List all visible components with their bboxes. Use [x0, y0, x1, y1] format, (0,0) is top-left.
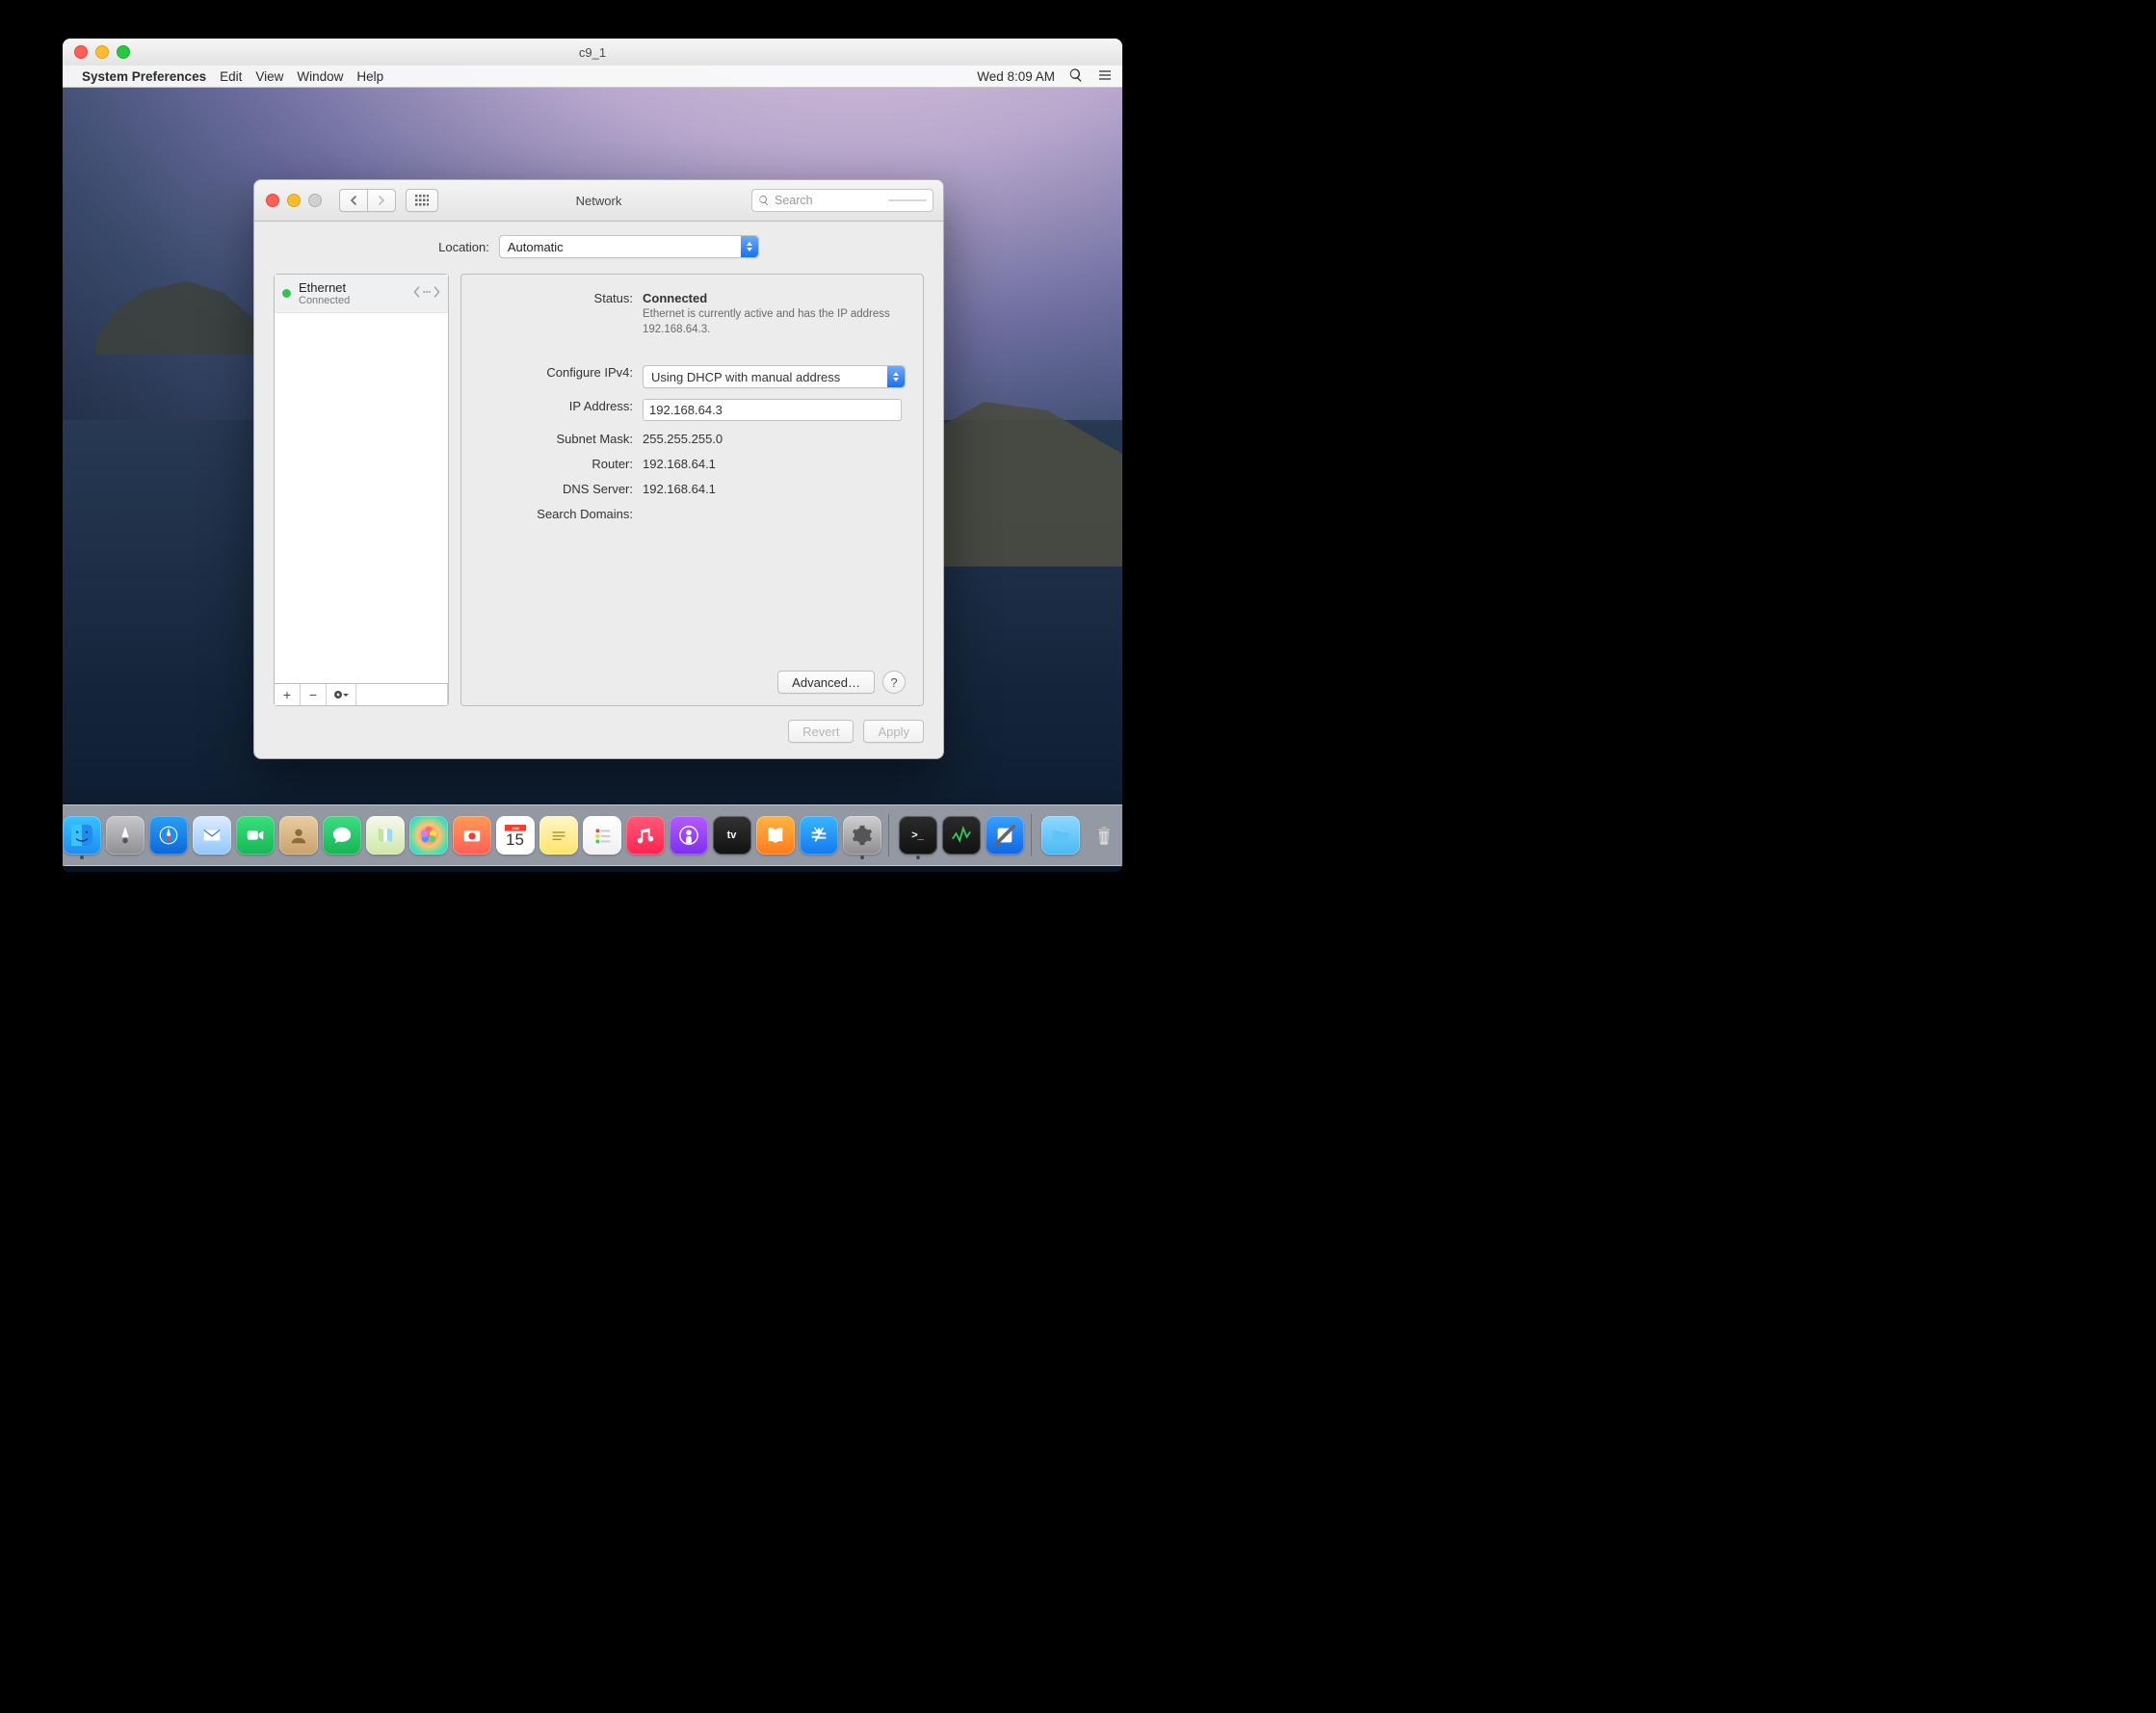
vm-minimize-button[interactable]	[95, 45, 109, 59]
vm-window: c9_1 System Preferences Edit View Window…	[63, 39, 1122, 872]
search-icon	[758, 195, 770, 206]
menu-view[interactable]: View	[255, 69, 283, 84]
subnet-mask-label: Subnet Mask:	[479, 429, 643, 446]
status-dot-icon	[282, 289, 291, 298]
menubar-app[interactable]: System Preferences	[82, 69, 206, 84]
dock: JAN15 tv >_	[63, 804, 1122, 866]
dock-activity[interactable]	[942, 816, 981, 855]
dock-music[interactable]	[626, 816, 665, 855]
dock-xcode[interactable]	[986, 816, 1024, 855]
menubar: System Preferences Edit View Window Help…	[63, 66, 1122, 88]
control-center-icon[interactable]	[1097, 67, 1113, 86]
location-label: Location:	[438, 240, 489, 254]
router-label: Router:	[479, 454, 643, 471]
add-service-button[interactable]: +	[275, 684, 301, 705]
prefs-toolbar: Network Search	[254, 180, 943, 222]
dock-sysprefs[interactable]	[843, 816, 881, 855]
apply-button: Apply	[863, 720, 924, 743]
prefs-zoom-button	[308, 194, 322, 207]
prefs-close-button[interactable]	[266, 194, 279, 207]
remove-service-button[interactable]: −	[301, 684, 327, 705]
dock-tv[interactable]: tv	[713, 816, 751, 855]
location-value: Automatic	[508, 240, 564, 254]
dock-notes[interactable]	[539, 816, 578, 855]
vm-titlebar: c9_1	[63, 39, 1122, 66]
dock-photos[interactable]	[409, 816, 448, 855]
dock-reminders[interactable]	[583, 816, 621, 855]
apply-button-label: Apply	[878, 725, 909, 739]
dock-contacts[interactable]	[279, 816, 318, 855]
ip-address-value: 192.168.64.3	[649, 403, 723, 417]
menubar-clock[interactable]: Wed 8:09 AM	[977, 69, 1055, 84]
dock-finder[interactable]	[63, 816, 101, 855]
revert-button: Revert	[788, 720, 854, 743]
ethernet-icon	[413, 281, 440, 305]
service-actions-button[interactable]	[327, 684, 356, 705]
ip-address-label: IP Address:	[479, 396, 643, 421]
dns-server-placeholder: 192.168.64.1	[643, 479, 906, 496]
dock-downloads[interactable]	[1041, 816, 1080, 855]
dock-safari[interactable]	[149, 816, 188, 855]
router-value: 192.168.64.1	[643, 454, 906, 471]
vm-close-button[interactable]	[74, 45, 88, 59]
ip-address-input[interactable]: 192.168.64.3	[643, 399, 902, 421]
dock-launchpad[interactable]	[106, 816, 145, 855]
dock-mail[interactable]	[193, 816, 231, 855]
service-status: Connected	[299, 295, 406, 306]
service-detail: Status: Connected Ethernet is currently …	[460, 274, 924, 706]
dock-terminal[interactable]: >_	[899, 816, 937, 855]
dock-maps[interactable]	[366, 816, 405, 855]
search-domains-label: Search Domains:	[479, 504, 643, 521]
location-select[interactable]: Automatic	[499, 235, 759, 258]
back-button[interactable]	[339, 189, 368, 212]
menu-window[interactable]: Window	[297, 69, 343, 84]
vm-zoom-button[interactable]	[117, 45, 130, 59]
search-domains-value	[643, 504, 906, 521]
advanced-button[interactable]: Advanced…	[777, 671, 875, 694]
forward-button[interactable]	[368, 189, 396, 212]
status-description: Ethernet is currently active and has the…	[643, 305, 906, 337]
spotlight-icon[interactable]	[1068, 67, 1084, 86]
status-value: Connected	[643, 291, 906, 305]
dock-messages[interactable]	[323, 816, 361, 855]
dock-books[interactable]	[756, 816, 795, 855]
configure-ipv4-value: Using DHCP with manual address	[651, 370, 840, 384]
status-label: Status:	[479, 288, 643, 337]
dock-appstore[interactable]	[800, 816, 838, 855]
sidebar-footer: + −	[275, 683, 448, 705]
advanced-button-label: Advanced…	[792, 675, 860, 690]
configure-ipv4-label: Configure IPv4:	[479, 362, 643, 388]
service-name: Ethernet	[299, 280, 406, 295]
menu-edit[interactable]: Edit	[220, 69, 242, 84]
dock-trash[interactable]	[1085, 816, 1123, 855]
stepper-icon	[741, 236, 758, 257]
dns-server-label: DNS Server:	[479, 479, 643, 496]
menu-help[interactable]: Help	[356, 69, 383, 84]
dock-facetime[interactable]	[236, 816, 275, 855]
help-button[interactable]: ?	[882, 671, 906, 694]
subnet-mask-value: 255.255.255.0	[643, 429, 906, 446]
dock-podcasts[interactable]	[670, 816, 708, 855]
dock-photobooth[interactable]	[453, 816, 491, 855]
dock-calendar[interactable]: JAN15	[496, 816, 535, 855]
search-expand-icon	[888, 199, 927, 201]
prefs-search[interactable]: Search	[751, 189, 933, 212]
configure-ipv4-select[interactable]: Using DHCP with manual address	[643, 365, 906, 388]
prefs-minimize-button[interactable]	[287, 194, 301, 207]
network-prefs-window: Network Search Location: Automatic	[253, 179, 944, 759]
stepper-icon	[887, 366, 905, 387]
mac-desktop: System Preferences Edit View Window Help…	[63, 66, 1122, 872]
vm-title: c9_1	[63, 45, 1122, 60]
service-ethernet[interactable]: Ethernet Connected	[275, 275, 448, 313]
show-all-button[interactable]	[406, 189, 438, 212]
search-placeholder: Search	[775, 194, 813, 207]
revert-button-label: Revert	[802, 725, 839, 739]
services-sidebar: Ethernet Connected	[274, 274, 449, 706]
